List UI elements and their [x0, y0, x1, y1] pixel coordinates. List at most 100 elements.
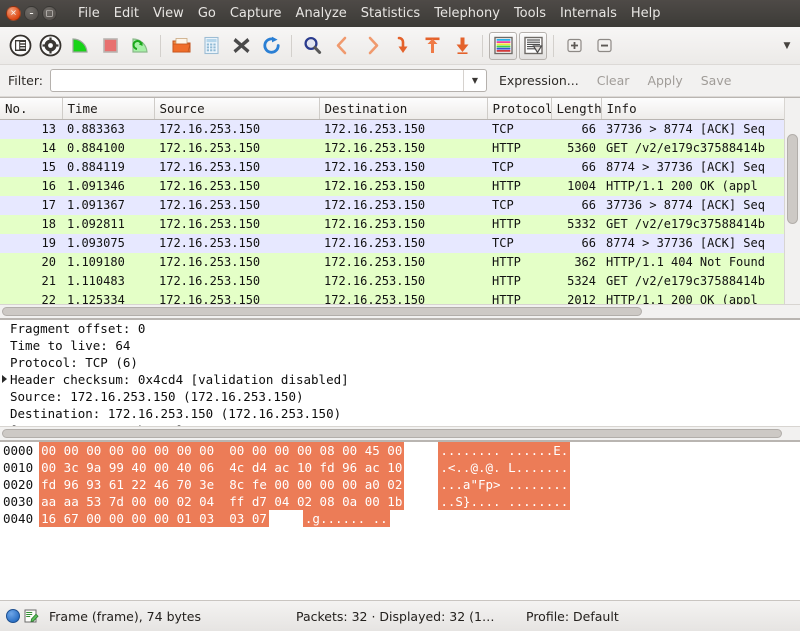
- hex-bytes: fd 96 93 61 22 46 70 3e 8c fe 00 00 00 0…: [39, 476, 404, 493]
- packet-cell-protocol: TCP: [487, 196, 551, 215]
- packet-list-horizontal-scrollbar[interactable]: [0, 304, 800, 318]
- expert-info-circle-icon[interactable]: [6, 609, 20, 623]
- go-back-icon[interactable]: [328, 32, 356, 60]
- hex-dump-line[interactable]: 004016 67 00 00 00 00 01 03 03 07 .g....…: [0, 510, 800, 527]
- hex-dump-line[interactable]: 0030aa aa 53 7d 00 00 02 04 ff d7 04 02 …: [0, 493, 800, 510]
- auto-scroll-icon[interactable]: [519, 32, 547, 60]
- status-profile[interactable]: Profile: Default: [526, 609, 619, 624]
- scrollbar-thumb[interactable]: [2, 307, 642, 316]
- packet-bytes-pane[interactable]: 000000 00 00 00 00 00 00 00 00 00 00 00 …: [0, 441, 800, 600]
- window-titlebar: ✕ – □ File Edit View Go Capture Analyze …: [0, 0, 800, 27]
- capture-comment-icon[interactable]: [23, 608, 39, 624]
- table-row[interactable]: 140.884100172.16.253.150172.16.253.150HT…: [0, 139, 784, 158]
- packet-cell-destination: 172.16.253.150: [319, 253, 487, 272]
- packet-detail-line[interactable]: Header checksum: 0x4cd4 [validation disa…: [0, 371, 800, 388]
- packet-cell-destination: 172.16.253.150: [319, 177, 487, 196]
- menu-telephony[interactable]: Telephony: [427, 3, 507, 24]
- go-to-last-packet-icon[interactable]: [448, 32, 476, 60]
- packet-cell-info: 37736 > 8774 [ACK] Seq: [601, 120, 784, 139]
- packet-cell-source: 172.16.253.150: [154, 158, 319, 177]
- packet-list-vertical-scrollbar[interactable]: [784, 98, 800, 304]
- colorize-icon[interactable]: [489, 32, 517, 60]
- capture-options-icon[interactable]: [36, 32, 64, 60]
- menu-edit[interactable]: Edit: [107, 3, 146, 24]
- filter-input-wrapper[interactable]: ▼: [50, 69, 487, 92]
- clear-filter-button[interactable]: Clear: [591, 73, 636, 88]
- scrollbar-thumb[interactable]: [2, 429, 782, 438]
- open-file-icon[interactable]: [167, 32, 195, 60]
- menu-analyze[interactable]: Analyze: [289, 3, 354, 24]
- packet-detail-line[interactable]: Fragment offset: 0: [0, 320, 800, 337]
- menu-help[interactable]: Help: [624, 3, 668, 24]
- menu-tools[interactable]: Tools: [507, 3, 553, 24]
- window-close-button[interactable]: ✕: [6, 6, 21, 21]
- packet-cell-length: 5360: [551, 139, 601, 158]
- packet-cell-no: 13: [0, 120, 62, 139]
- start-capture-icon[interactable]: [66, 32, 94, 60]
- hex-offset: 0000: [3, 442, 39, 459]
- table-row[interactable]: 130.883363172.16.253.150172.16.253.150TC…: [0, 120, 784, 139]
- packet-list-header-row: No. Time Source Destination Protocol Len…: [0, 98, 784, 120]
- packet-detail-line-text: Header checksum: 0x4cd4 [validation disa…: [10, 372, 349, 387]
- column-header-info[interactable]: Info: [601, 98, 784, 120]
- hex-dump-line[interactable]: 000000 00 00 00 00 00 00 00 00 00 00 00 …: [0, 442, 800, 459]
- expand-triangle-icon[interactable]: [2, 375, 7, 383]
- column-header-source[interactable]: Source: [154, 98, 319, 120]
- table-row[interactable]: 201.109180172.16.253.150172.16.253.150HT…: [0, 253, 784, 272]
- packet-cell-no: 17: [0, 196, 62, 215]
- zoom-out-icon[interactable]: [590, 32, 618, 60]
- close-file-icon[interactable]: [227, 32, 255, 60]
- packet-cell-source: 172.16.253.150: [154, 253, 319, 272]
- column-header-destination[interactable]: Destination: [319, 98, 487, 120]
- filter-input[interactable]: [51, 70, 463, 91]
- packet-detail-horizontal-scrollbar[interactable]: [0, 426, 800, 440]
- scrollbar-thumb[interactable]: [787, 134, 798, 224]
- menu-internals[interactable]: Internals: [553, 3, 624, 24]
- packet-detail-tree[interactable]: Fragment offset: 0Time to live: 64Protoc…: [0, 320, 800, 426]
- window-controls: ✕ – □: [6, 6, 57, 21]
- packet-detail-line[interactable]: Protocol: TCP (6): [0, 354, 800, 371]
- menu-view[interactable]: View: [146, 3, 191, 24]
- go-to-first-packet-icon[interactable]: [418, 32, 446, 60]
- table-row[interactable]: 181.092811172.16.253.150172.16.253.150HT…: [0, 215, 784, 234]
- apply-filter-button[interactable]: Apply: [641, 73, 688, 88]
- column-header-length[interactable]: Length: [551, 98, 601, 120]
- window-minimize-button[interactable]: –: [24, 6, 39, 21]
- toolbar-overflow-icon[interactable]: ▼: [779, 32, 795, 60]
- table-row[interactable]: 211.110483172.16.253.150172.16.253.150HT…: [0, 272, 784, 291]
- packet-detail-line[interactable]: Destination: 172.16.253.150 (172.16.253.…: [0, 405, 800, 422]
- packet-cell-no: 20: [0, 253, 62, 272]
- toolbar-separator: [482, 35, 483, 57]
- table-row[interactable]: 221.125334172.16.253.150172.16.253.150HT…: [0, 291, 784, 305]
- menu-go[interactable]: Go: [191, 3, 223, 24]
- table-row[interactable]: 171.091367172.16.253.150172.16.253.150TC…: [0, 196, 784, 215]
- table-row[interactable]: 191.093075172.16.253.150172.16.253.150TC…: [0, 234, 784, 253]
- packet-cell-length: 66: [551, 158, 601, 177]
- column-header-protocol[interactable]: Protocol: [487, 98, 551, 120]
- find-packet-icon[interactable]: [298, 32, 326, 60]
- packet-detail-line[interactable]: Source: 172.16.253.150 (172.16.253.150): [0, 388, 800, 405]
- menu-capture[interactable]: Capture: [223, 3, 289, 24]
- menu-statistics[interactable]: Statistics: [354, 3, 427, 24]
- restart-capture-icon[interactable]: [126, 32, 154, 60]
- zoom-in-icon[interactable]: [560, 32, 588, 60]
- go-to-packet-icon[interactable]: [388, 32, 416, 60]
- column-header-time[interactable]: Time: [62, 98, 154, 120]
- window-maximize-button[interactable]: □: [42, 6, 57, 21]
- packet-cell-destination: 172.16.253.150: [319, 139, 487, 158]
- reload-file-icon[interactable]: [257, 32, 285, 60]
- save-filter-button[interactable]: Save: [695, 73, 738, 88]
- hex-dump-line[interactable]: 0020fd 96 93 61 22 46 70 3e 8c fe 00 00 …: [0, 476, 800, 493]
- chevron-down-icon[interactable]: ▼: [463, 70, 486, 91]
- expression-button[interactable]: Expression...: [493, 73, 585, 88]
- column-header-no[interactable]: No.: [0, 98, 62, 120]
- table-row[interactable]: 161.091346172.16.253.150172.16.253.150HT…: [0, 177, 784, 196]
- stop-capture-icon[interactable]: [96, 32, 124, 60]
- table-row[interactable]: 150.884119172.16.253.150172.16.253.150TC…: [0, 158, 784, 177]
- packet-detail-line[interactable]: Time to live: 64: [0, 337, 800, 354]
- go-forward-icon[interactable]: [358, 32, 386, 60]
- interfaces-list-icon[interactable]: [6, 32, 34, 60]
- hex-dump-line[interactable]: 001000 3c 9a 99 40 00 40 06 4c d4 ac 10 …: [0, 459, 800, 476]
- menu-file[interactable]: File: [71, 3, 107, 24]
- save-file-icon[interactable]: [197, 32, 225, 60]
